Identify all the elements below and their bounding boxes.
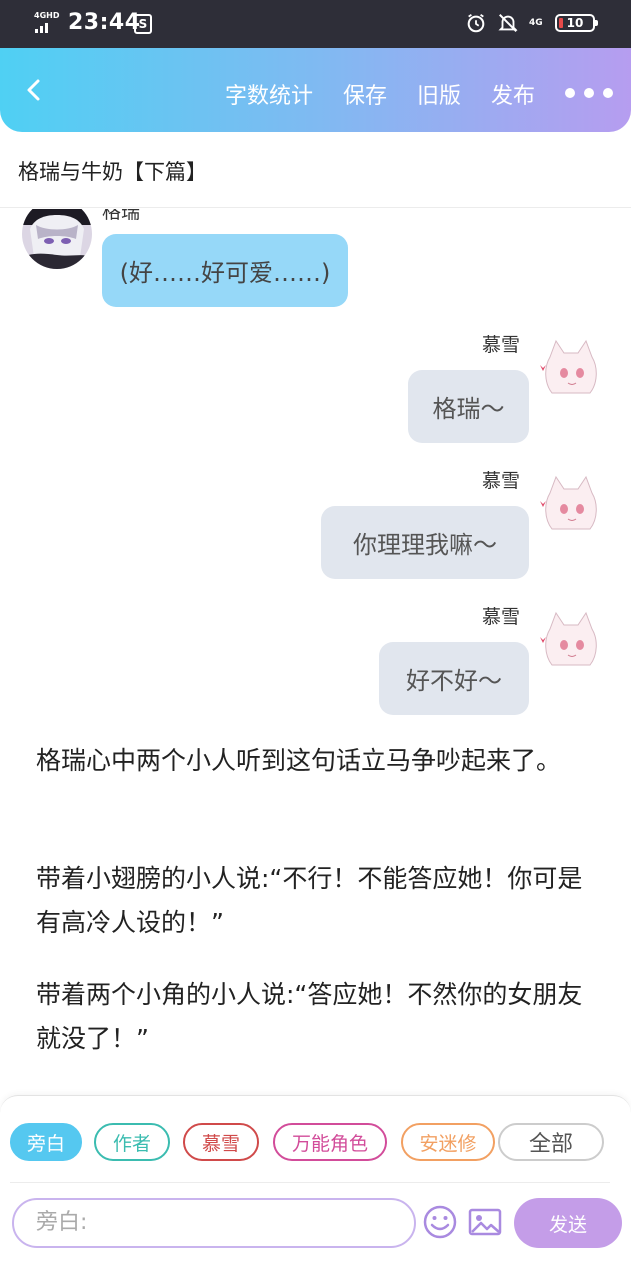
network-type: 4GHD	[34, 11, 60, 20]
role-chip-all[interactable]: 全部	[498, 1123, 604, 1161]
message-bubble[interactable]: (好……好可爱……)	[102, 234, 348, 307]
alarm-icon	[467, 13, 485, 33]
composer-panel: 旁白 作者 慕雪 万能角色 安迷修 全部 旁白: 发送	[0, 1095, 631, 1280]
status-time: 23:44	[68, 10, 141, 35]
emoji-icon[interactable]	[422, 1204, 458, 1240]
save-button[interactable]: 保存	[343, 78, 387, 110]
publish-button[interactable]: 发布	[491, 78, 535, 110]
avatar-muxue[interactable]	[536, 335, 606, 405]
sender-name: 慕雪	[482, 334, 521, 356]
message-input[interactable]: 旁白:	[12, 1198, 416, 1248]
image-icon[interactable]	[467, 1204, 503, 1240]
role-chip-narrator[interactable]: 旁白	[10, 1123, 82, 1161]
sender-name: 慕雪	[482, 470, 521, 492]
title-bar: 格瑞与牛奶【下篇】	[0, 132, 631, 208]
message-bubble[interactable]: 你理理我嘛～	[321, 506, 529, 579]
notification-icon: S	[134, 14, 152, 34]
send-button[interactable]: 发送	[514, 1198, 622, 1248]
role-chip-universal[interactable]: 万能角色	[273, 1123, 387, 1161]
avatar-muxue[interactable]	[536, 471, 606, 541]
network-4g: 4G	[529, 17, 543, 28]
chat-area[interactable]: 格瑞 (好……好可爱……) 慕雪 格瑞～ 慕雪 你理理我嘛～ 慕雪 好不好～ 格…	[0, 209, 631, 1095]
more-icon[interactable]	[565, 88, 613, 98]
editor-header: 字数统计 保存 旧版 发布	[0, 48, 631, 132]
mute-bell-icon	[498, 14, 518, 32]
role-chip-muxue[interactable]: 慕雪	[183, 1123, 259, 1161]
narration-paragraph[interactable]: 带着小翅膀的小人说:“不行！不能答应她！你可是有高冷人设的！”	[36, 857, 596, 945]
back-icon[interactable]	[22, 78, 46, 102]
narration-paragraph[interactable]: 带着两个小角的小人说:“答应她！不然你的女朋友就没了！”	[36, 973, 596, 1061]
story-title[interactable]: 格瑞与牛奶【下篇】	[18, 156, 207, 186]
avatar-gerui[interactable]	[22, 209, 92, 269]
avatar-muxue[interactable]	[536, 607, 606, 677]
role-chip-author[interactable]: 作者	[94, 1123, 170, 1161]
status-bar: 4GHD 23:44 S 4G 10	[0, 0, 631, 48]
role-selector: 旁白 作者 慕雪 万能角色 安迷修 全部	[10, 1123, 610, 1163]
message-bubble[interactable]: 格瑞～	[408, 370, 529, 443]
old-version-button[interactable]: 旧版	[417, 78, 461, 110]
role-chip-anmixiu[interactable]: 安迷修	[401, 1123, 495, 1161]
battery-level: 10	[566, 16, 584, 30]
sender-name: 格瑞	[102, 209, 141, 223]
narration-paragraph[interactable]: 格瑞心中两个小人听到这句话立马争吵起来了。	[36, 739, 596, 783]
word-count-button[interactable]: 字数统计	[225, 78, 313, 110]
battery-icon: 10	[555, 14, 598, 32]
signal-icon: 4GHD	[34, 11, 60, 37]
message-bubble[interactable]: 好不好～	[379, 642, 529, 715]
sender-name: 慕雪	[482, 606, 521, 628]
divider	[10, 1182, 610, 1183]
